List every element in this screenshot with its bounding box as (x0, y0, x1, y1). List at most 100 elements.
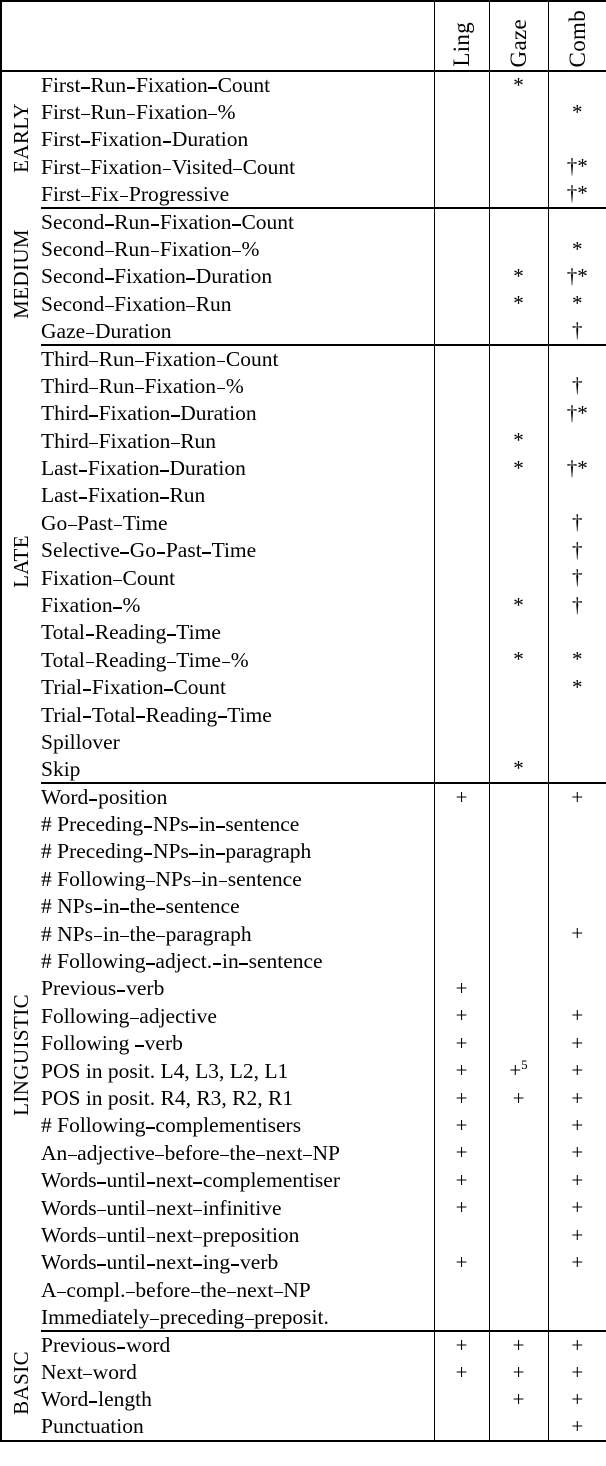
comb-mark-cell: + (548, 1331, 606, 1358)
comb-mark-cell (548, 811, 606, 838)
feature-name-cell: Skip (41, 755, 435, 785)
ling-mark-cell (434, 1221, 490, 1249)
gaze-mark-cell (489, 1248, 549, 1277)
gaze-mark-cell (489, 837, 549, 866)
gaze-mark-cell (489, 1139, 549, 1167)
gaze-mark-cell: + (489, 1330, 549, 1359)
ling-mark-cell (434, 180, 490, 209)
ling-mark-cell: + (434, 1057, 490, 1085)
comb-mark-cell: † (548, 537, 606, 564)
ling-mark-cell (434, 125, 490, 154)
table-row: Word length + + (1, 1385, 606, 1414)
gaze-mark-cell (489, 125, 549, 154)
feature-name-cell: First Run Fixation% (41, 98, 435, 126)
ling-mark-cell: + (434, 974, 490, 1003)
gaze-mark-cell (489, 317, 549, 346)
feature-name-cell: Words until next complementiser (41, 1166, 435, 1195)
mark-symbol: + (571, 1167, 584, 1192)
gaze-mark-cell (489, 1029, 549, 1058)
comb-mark-cell: + (548, 1167, 606, 1194)
table-body: EARLY First Run Fixation Count * First Run Fixat… (1, 71, 606, 1441)
table-row: MEDIUM Second Run Fixation Count (1, 207, 606, 319)
comb-mark-cell: + (548, 1386, 606, 1413)
comb-mark-cell: * (548, 674, 606, 701)
table-row: Words until next infinitive + + (1, 1194, 606, 1222)
table-row: LINGUISTIC Word position + + (1, 783, 606, 1115)
ling-mark-cell: + (434, 1166, 490, 1195)
section-label-basic: BASIC (1, 1331, 41, 1441)
mark-symbol: + (455, 784, 468, 809)
table-row: # Following NPs in sentence (1, 865, 606, 893)
mark-symbol: * (572, 674, 583, 699)
comb-mark-cell: †* (548, 454, 606, 481)
comb-mark-cell (548, 755, 606, 785)
gaze-mark-cell (489, 892, 549, 921)
section-label-text: LATE (9, 535, 33, 588)
feature-name-cell: Previous word (41, 1330, 435, 1359)
table-row: Trial Fixation Count * (1, 673, 606, 701)
feature-name-cell: First Fix Progressive (41, 180, 435, 209)
comb-mark-cell (548, 208, 606, 235)
ling-mark-cell (434, 892, 490, 921)
gaze-mark-cell (489, 399, 549, 428)
ling-mark-cell (434, 618, 490, 647)
mark-symbol: + (571, 1058, 584, 1083)
table-row: Acompl. before the next NP (1, 1276, 606, 1304)
ling-mark-cell (434, 427, 490, 455)
feature-name-cell: # NPs in the sentence (41, 892, 435, 921)
table-row: Words until next preposition + (1, 1221, 606, 1249)
table-row: # Following complementisers + + (1, 1111, 606, 1140)
ling-mark-cell (434, 810, 490, 838)
ling-mark-cell (434, 837, 490, 866)
ling-mark-cell (434, 920, 490, 948)
gaze-mark-cell (489, 673, 549, 701)
comb-mark-cell (548, 893, 606, 920)
mark-symbol: + (571, 1413, 584, 1438)
table-row: Go Past Time † (1, 509, 606, 537)
mark-symbol: + (455, 1085, 468, 1110)
table-row: Words until next complementiser + + (1, 1166, 606, 1195)
mark-symbol: + (571, 1332, 584, 1357)
gaze-mark-cell (489, 536, 549, 565)
mark-symbol: + (571, 1359, 584, 1384)
gaze-mark-cell (489, 920, 549, 948)
gaze-mark-cell (489, 1303, 549, 1332)
ling-mark-cell: + (434, 1330, 490, 1359)
mark-symbol: + (455, 1058, 468, 1083)
comb-mark-cell (548, 345, 606, 372)
feature-name-cell: Go Past Time (41, 509, 435, 537)
section-label-text: MEDIUM (9, 228, 33, 319)
table-row: Last Fixation Run (1, 481, 606, 510)
mark-symbol: † (572, 318, 583, 343)
feature-name-cell: Trial Fixation Count (41, 673, 435, 701)
ling-mark-cell (434, 1413, 490, 1441)
feature-name-cell: Second Fixation Duration (41, 262, 435, 291)
comb-mark-cell (548, 838, 606, 865)
ling-mark-cell (434, 865, 490, 893)
mark-symbol: † (572, 373, 583, 398)
gaze-mark-cell: * (489, 427, 549, 455)
gaze-mark-cell (489, 1194, 549, 1222)
feature-name-cell: Gaze Duration (41, 317, 435, 346)
comb-mark-cell (548, 865, 606, 892)
ling-mark-cell (434, 317, 490, 346)
section-label-linguistic: LINGUISTIC (1, 783, 41, 1331)
comb-mark-cell (548, 482, 606, 509)
comb-mark-cell: + (548, 1221, 606, 1248)
ling-mark-cell: + (434, 1002, 490, 1030)
feature-name-cell: Last Fixation Duration (41, 454, 435, 482)
feature-name-cell: Second Run Fixation% (41, 235, 435, 263)
gaze-mark-cell: * (489, 262, 549, 291)
comb-mark-cell: †* (548, 263, 606, 290)
mark-symbol: + (455, 1359, 468, 1384)
mark-symbol: + (571, 1003, 584, 1028)
ling-mark-cell: + (434, 1139, 490, 1167)
feature-name-cell: Second Fixation Run (41, 290, 435, 318)
mark-symbol: * (513, 428, 524, 453)
comb-mark-cell: †* (548, 400, 606, 427)
mark-symbol: + (512, 1332, 525, 1357)
feature-name-cell: Following adjective (41, 1002, 435, 1030)
table-row: Total Reading Time% * * (1, 646, 606, 674)
header-col-gaze-label: Gaze (506, 18, 531, 67)
section-label-early: EARLY (1, 71, 41, 208)
